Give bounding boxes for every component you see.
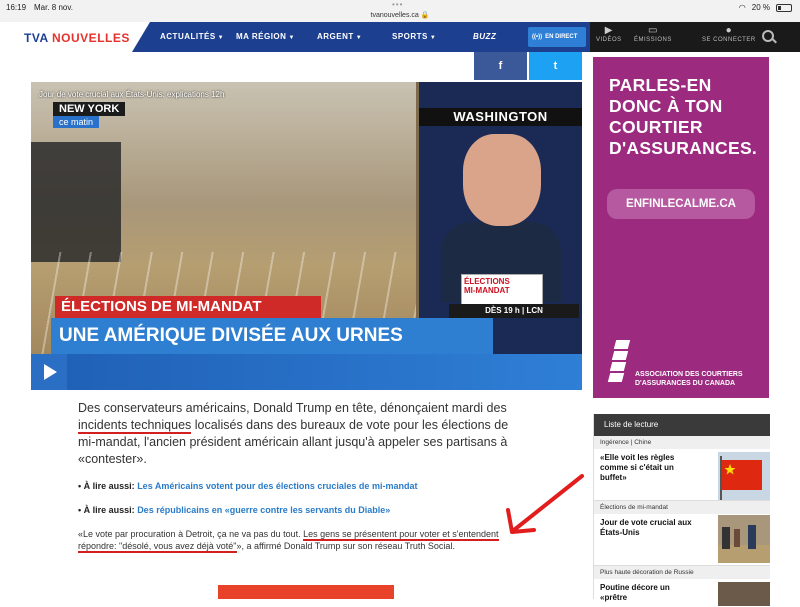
- main-nav: TVA NOUVELLES ACTUALITÉS ▼ MA RÉGION ▼ ARG…: [0, 22, 800, 52]
- url-text: tvanouvelles.ca: [370, 12, 419, 19]
- badge-line2: MI-MANDAT: [464, 286, 510, 295]
- site-logo[interactable]: TVA NOUVELLES: [24, 31, 130, 45]
- address-bar[interactable]: tvanouvelles.ca 🔒: [0, 11, 800, 19]
- play-icon: ▶: [604, 25, 613, 36]
- list-item[interactable]: Ingérence | Chine «Elle voit les règles …: [594, 436, 770, 501]
- band-large: UNE AMÉRIQUE DIVISÉE AUX URNES: [51, 318, 493, 354]
- reading-list: Liste de lecture Ingérence | Chine «Elle…: [593, 414, 770, 606]
- list-item-title: «Elle voit les règles comme si c'était u…: [600, 453, 675, 482]
- emissions-label: ÉMISSIONS: [634, 37, 672, 43]
- lead-paragraph: Des conservateurs américains, Donald Tru…: [78, 400, 526, 468]
- nav-label: ARGENT: [317, 32, 354, 41]
- chevron-down-icon: ▼: [217, 35, 225, 41]
- logo-tva: TVA: [24, 31, 49, 45]
- battery-icon: [776, 3, 792, 12]
- list-item-category: Plus haute décoration de Russie: [594, 566, 770, 579]
- video-title: Jour de vote crucial aux États-Unis: exp…: [39, 90, 225, 99]
- presenter-face: [463, 134, 541, 226]
- lead-text: Des conservateurs américains, Donald Tru…: [78, 401, 507, 415]
- nav-label: MA RÉGION: [236, 32, 287, 41]
- ad-headline: PARLES-EN DONC À TON COURTIER D'ASSURANC…: [609, 75, 758, 158]
- videos-link[interactable]: ▶ VIDÉOS: [596, 25, 622, 43]
- live-label: EN DIRECT: [545, 34, 578, 40]
- association-logo-icon: [607, 340, 633, 384]
- list-item[interactable]: Plus haute décoration de Russie Poutine …: [594, 566, 770, 606]
- chevron-down-icon: ▼: [288, 35, 295, 41]
- user-icon: ●: [725, 25, 733, 36]
- nav-item-actualites[interactable]: ACTUALITÉS ▼: [160, 32, 224, 41]
- related-label: • À lire aussi:: [78, 505, 135, 515]
- band-small: ÉLECTIONS DE MI-MANDAT: [55, 296, 321, 318]
- related-article-link[interactable]: Les Américains votent pour des élections…: [137, 481, 417, 491]
- chevron-down-icon: ▼: [429, 35, 437, 41]
- login-link[interactable]: ● SE CONNECTER: [702, 25, 756, 43]
- videos-label: VIDÉOS: [596, 37, 622, 43]
- china-flag-thumbnail: [718, 452, 770, 500]
- live-icon: ((•)): [532, 34, 543, 40]
- ad-cta-button[interactable]: ENFINLECALME.CA: [607, 189, 755, 219]
- advertisement[interactable]: PARLES-EN DONC À TON COURTIER D'ASSURANC…: [593, 57, 769, 398]
- voting-booths: [31, 142, 121, 262]
- washington-tag: WASHINGTON: [419, 108, 582, 126]
- twitter-share-button[interactable]: t: [529, 52, 582, 80]
- location-tag: NEW YORK: [53, 102, 126, 116]
- list-item-category: Ingérence | Chine: [594, 436, 770, 449]
- chevron-down-icon: ▼: [355, 35, 363, 41]
- red-arrow-annotation: [506, 474, 584, 534]
- putin-thumbnail: [718, 582, 770, 606]
- reading-list-header: Liste de lecture: [594, 414, 770, 436]
- video-player[interactable]: WASHINGTON Jour de vote crucial aux État…: [31, 82, 582, 390]
- facebook-share-button[interactable]: f: [474, 52, 527, 80]
- related-link-1: • À lire aussi: Les Américains votent po…: [78, 480, 526, 492]
- search-icon[interactable]: [762, 30, 774, 42]
- red-banner-button[interactable]: [218, 585, 394, 599]
- emissions-link[interactable]: ▭ ÉMISSIONS: [634, 25, 672, 43]
- schedule-tag: DÈS 19 h | LCN: [449, 304, 579, 318]
- login-label: SE CONNECTER: [702, 37, 756, 43]
- list-item-title: Poutine décore un «prêtre: [600, 583, 670, 602]
- tv-icon: ▭: [647, 25, 658, 36]
- list-item-category: Élections de mi-mandat: [594, 501, 770, 514]
- badge-line1: ÉLECTIONS: [464, 277, 510, 286]
- quote-text-end: », a affirmé Donald Trump sur son réseau…: [236, 541, 455, 551]
- nav-label: ACTUALITÉS: [160, 32, 216, 41]
- logo-nouvelles: NOUVELLES: [52, 31, 130, 45]
- nav-item-argent[interactable]: ARGENT ▼: [317, 32, 362, 41]
- facebook-icon: f: [498, 60, 503, 72]
- article-body: Des conservateurs américains, Donald Tru…: [78, 400, 526, 553]
- ad-association: ASSOCIATION DES COURTIERS D'ASSURANCES D…: [635, 371, 743, 387]
- nav-right-area: ▶ VIDÉOS ▭ ÉMISSIONS ● SE CONNECTER: [590, 22, 800, 52]
- time-tag: ce matin: [53, 116, 100, 128]
- related-link-2: • À lire aussi: Des républicains en «gue…: [78, 504, 526, 516]
- quote-text: «Le vote par procuration à Detroit, ça n…: [78, 529, 304, 539]
- voting-thumbnail: [718, 515, 770, 563]
- nav-item-ma-region[interactable]: MA RÉGION ▼: [236, 32, 295, 41]
- battery-percent: 20 %: [751, 3, 770, 12]
- nav-label: SPORTS: [392, 32, 428, 41]
- status-right: ◠ 20 %: [739, 3, 792, 12]
- quote-paragraph: «Le vote par procuration à Detroit, ça n…: [78, 528, 526, 553]
- nav-item-buzz[interactable]: BUZZ: [473, 32, 496, 41]
- related-label: • À lire aussi:: [78, 481, 135, 491]
- lock-icon: 🔒: [420, 12, 430, 19]
- related-article-link[interactable]: Des républicains en «guerre contre les s…: [137, 505, 390, 515]
- nav-item-sports[interactable]: SPORTS ▼: [392, 32, 436, 41]
- nav-label: BUZZ: [473, 32, 497, 41]
- lead-underlined: incidents techniques: [78, 418, 192, 434]
- list-item-title: Jour de vote crucial aux États-Unis: [600, 518, 692, 537]
- wifi-icon: ◠: [738, 3, 746, 12]
- live-button[interactable]: ((•)) EN DIRECT: [528, 27, 586, 47]
- video-bottom-bar: [31, 354, 582, 390]
- play-button[interactable]: [31, 354, 67, 390]
- multitask-dots-icon[interactable]: •••: [392, 0, 403, 9]
- status-bar: 16:19 Mar. 8 nov. ••• tvanouvelles.ca 🔒 …: [0, 0, 800, 22]
- twitter-icon: t: [553, 60, 558, 72]
- list-item[interactable]: Élections de mi-mandat Jour de vote cruc…: [594, 501, 770, 566]
- share-bar: f t: [474, 52, 582, 80]
